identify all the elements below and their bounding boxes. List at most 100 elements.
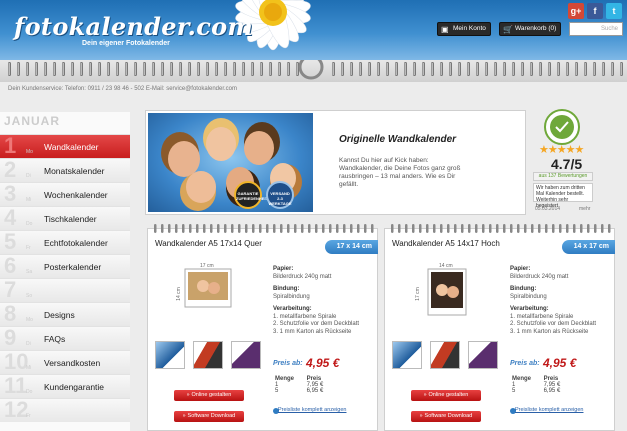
sidebar-item: 12 Fr: [0, 397, 130, 422]
spec-key-bindung: Bindung:: [510, 286, 537, 292]
chevron-right-icon: »: [186, 392, 190, 398]
design-thumbnail[interactable]: [231, 341, 261, 369]
google-plus-icon[interactable]: g+: [568, 3, 584, 19]
design-thumbnail[interactable]: [155, 341, 185, 369]
chevron-right-icon: »: [182, 413, 186, 419]
spec-key-papier: Papier:: [510, 266, 531, 272]
price-table-row: 5 6,95 €: [273, 388, 333, 394]
chevron-right-icon: »: [423, 392, 427, 398]
dimension-height-label: 17 cm: [414, 287, 421, 301]
product-card: Wandkalender A5 17x14 Quer 17 x 14 cm 17 c…: [147, 224, 378, 431]
sidebar-item[interactable]: 4 Do Tischkalender: [0, 205, 130, 230]
rating-date: 05.03.2014: [535, 206, 561, 212]
sidebar-item[interactable]: 2 Di Monatskalender: [0, 157, 130, 182]
sidebar-item-label: Kundengarantie: [44, 382, 105, 392]
account-label: Mein Konto: [453, 25, 486, 32]
calendar-product-image: [184, 268, 232, 308]
sidebar-item[interactable]: 6 Sa Posterkalender: [0, 253, 130, 278]
online-design-button[interactable]: » Online gestalten: [174, 390, 244, 401]
software-download-button[interactable]: » Software Download: [174, 411, 244, 422]
twitter-icon[interactable]: t: [606, 3, 622, 19]
site-header: fotokalender.com Dein eigener Fotokalend…: [0, 0, 627, 60]
sidebar-item-weekday: Mi: [26, 197, 32, 203]
banner-group-photo: GARANTIE ZUFRIEDENHEIT VERSAND 2-3 WERKT…: [148, 113, 313, 212]
price-label: Preis ab:: [510, 360, 540, 367]
design-thumbnail[interactable]: [468, 341, 498, 369]
design-thumbnail[interactable]: [392, 341, 422, 369]
dimension-height-label: 14 cm: [175, 287, 182, 301]
sidebar-item[interactable]: 11 Do Kundengarantie: [0, 373, 130, 398]
sidebar-item-day-number: 11: [4, 373, 28, 398]
rating-review-count[interactable]: aus 137 Bewertungen: [533, 172, 593, 181]
online-design-button[interactable]: » Online gestalten: [411, 390, 481, 401]
account-icon: ▣: [441, 25, 449, 34]
sidebar-item[interactable]: 5 Fr Echtfotokalender: [0, 229, 130, 254]
price-list-link[interactable]: Preisliste komplett anzeigen: [515, 407, 583, 413]
calendar-spiral-binding: [0, 60, 627, 82]
shipping-badge: VERSAND 2-3 WERKTAGE: [266, 181, 294, 209]
price-value: 4,95 €: [543, 356, 577, 370]
cart-label: Warenkorb (0): [515, 25, 557, 32]
sidebar-item-weekday: Di: [26, 173, 31, 179]
cart-button[interactable]: 🛒 Warenkorb (0): [499, 22, 562, 36]
spec-key-verarbeitung: Verarbeitung:: [273, 306, 312, 312]
sidebar-item-day-number: 1: [4, 133, 17, 158]
price-list-link[interactable]: Preisliste komplett anzeigen: [278, 407, 346, 413]
price-table: Menge Preis 1 7,95 €5 6,95 €: [510, 376, 570, 394]
sidebar-nav: JANUAR 1 Mo Wandkalender 2 Di Monatskalender 3…: [0, 112, 130, 431]
site-tagline: Dein eigener Fotokalender: [82, 40, 170, 47]
price-table-qty: 5: [275, 388, 279, 394]
design-thumbnails: [155, 341, 265, 371]
banner-title: Originelle Wandkalender: [339, 134, 457, 145]
sidebar-item-day-number: 12: [4, 397, 29, 422]
product-size-tab: 14 x 17 cm: [561, 240, 615, 254]
software-download-label: Software Download: [424, 413, 473, 419]
sidebar-item-label: FAQs: [44, 334, 66, 344]
sidebar-item: 7 So: [0, 277, 130, 302]
sidebar-item-weekday: Fr: [26, 413, 31, 419]
sidebar-item-weekday: Mi: [26, 365, 32, 371]
design-thumbnail[interactable]: [193, 341, 223, 369]
sidebar-item-day-number: 4: [4, 205, 17, 230]
site-logo[interactable]: fotokalender.com: [14, 12, 253, 41]
product-card: Wandkalender A5 14x17 Hoch 14 x 17 cm 14 c…: [384, 224, 615, 431]
sidebar-item-weekday: Do: [26, 221, 33, 227]
customer-rating-widget[interactable]: ★★★★★ 4.7/5 aus 137 Bewertungen Wir habe…: [531, 108, 595, 218]
service-contact-line: Dein Kundenservice: Telefon: 0911 / 23 9…: [8, 86, 237, 92]
sidebar-item[interactable]: 9 Di FAQs: [0, 325, 130, 350]
card-spiral-icon: [391, 224, 611, 233]
sidebar-item-day-number: 7: [4, 277, 17, 302]
sidebar-item[interactable]: 10 Mi Versandkosten: [0, 349, 130, 374]
price-table-row: 5 6,95 €: [510, 388, 570, 394]
price-table-qty: 5: [512, 388, 516, 394]
spec-value-papier: Bilderdruck 240g matt: [273, 273, 332, 280]
dimension-width-label: 17 cm: [200, 263, 214, 269]
facebook-icon[interactable]: f: [587, 3, 603, 19]
design-thumbnails: [392, 341, 502, 371]
sidebar-item-weekday: So: [26, 293, 33, 299]
sidebar-item-label: Echtfotokalender: [44, 238, 108, 248]
rating-more-link[interactable]: mehr: [579, 206, 590, 212]
card-spiral-icon: [154, 224, 374, 233]
sidebar-item-day-number: 3: [4, 181, 17, 206]
account-button[interactable]: ▣ Mein Konto: [437, 22, 491, 36]
spec-key-verarbeitung: Verarbeitung:: [510, 306, 549, 312]
rating-stars: ★★★★★: [539, 144, 584, 156]
design-thumbnail[interactable]: [430, 341, 460, 369]
spec-verarbeitung-item: 1. metallfarbene Spirale: [273, 313, 337, 320]
cart-icon: 🛒: [503, 25, 513, 34]
software-download-button[interactable]: » Software Download: [411, 411, 481, 422]
spec-verarbeitung-item: 2. Schutzfolie vor dem Deckblatt: [273, 321, 360, 327]
spec-value-bindung: Spiralbindung: [510, 293, 547, 300]
rating-quote: Wir haben zum dritten Mal Kalender beste…: [533, 183, 593, 209]
sidebar-item-day-number: 6: [4, 253, 17, 278]
sidebar-item-day-number: 5: [4, 229, 17, 254]
sidebar-item-label: Versandkosten: [44, 358, 101, 368]
price-table: Menge Preis 1 7,95 €5 6,95 €: [273, 376, 333, 394]
sidebar-item[interactable]: 8 Mo Designs: [0, 301, 130, 326]
sidebar-item[interactable]: 1 Mo Wandkalender: [0, 133, 130, 158]
online-design-label: Online gestalten: [191, 392, 232, 398]
sidebar-item[interactable]: 3 Mi Wochenkalender: [0, 181, 130, 206]
price-table-price: 6,95 €: [306, 388, 324, 394]
search-input[interactable]: Suche: [569, 22, 623, 36]
